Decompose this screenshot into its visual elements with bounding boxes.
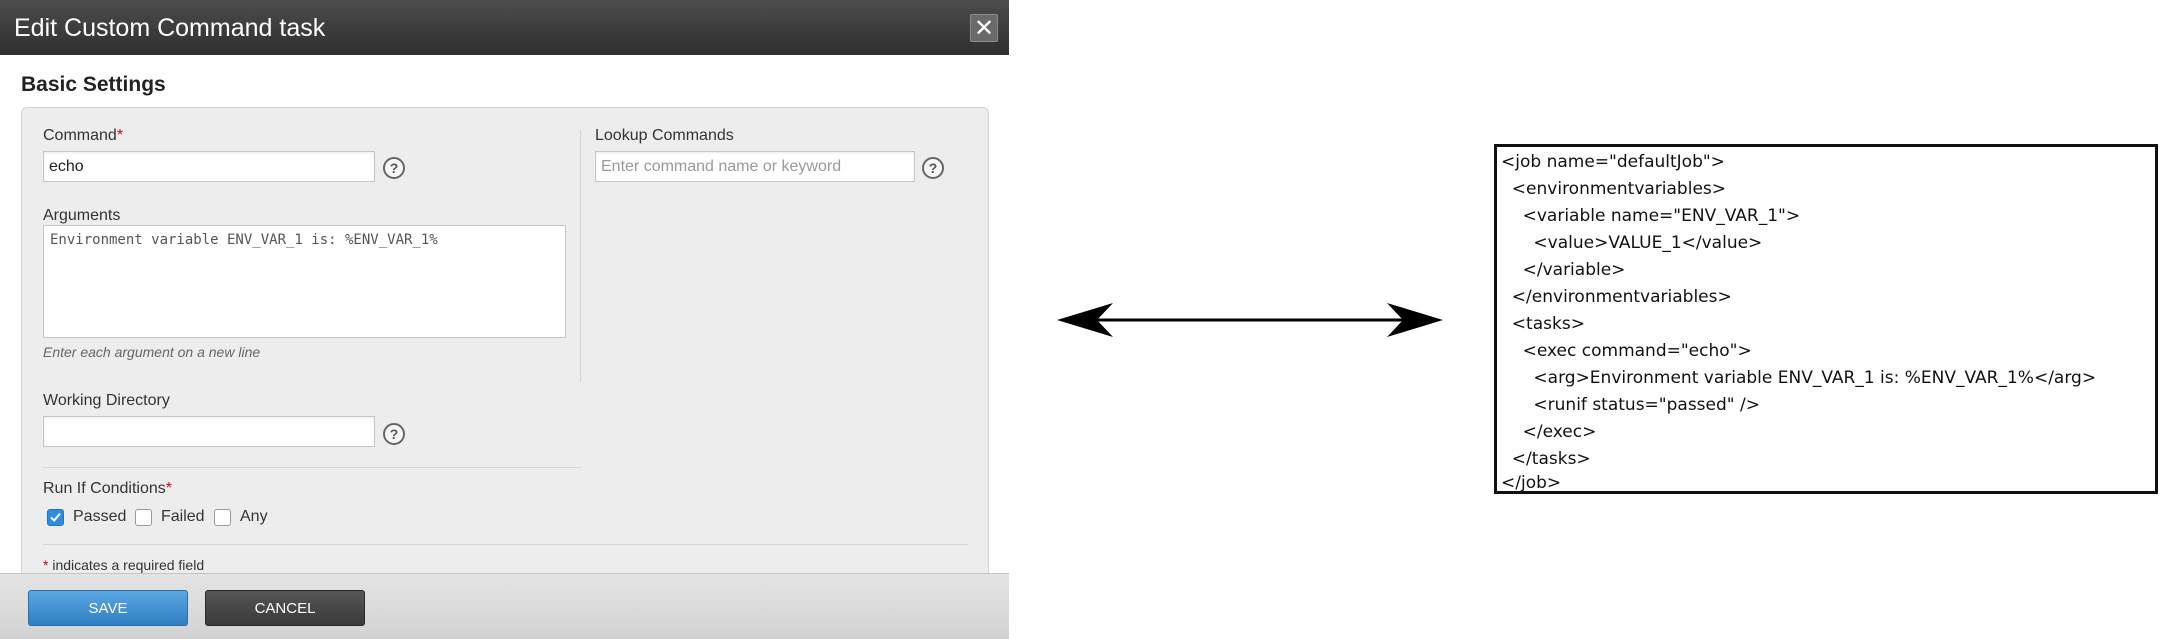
xml-line: </variable> bbox=[1501, 260, 1626, 280]
arguments-textarea[interactable]: Environment variable ENV_VAR_1 is: %ENV_… bbox=[43, 225, 566, 338]
lookup-help-icon[interactable]: ? bbox=[922, 157, 944, 179]
command-help-icon[interactable]: ? bbox=[383, 157, 405, 179]
xml-line: </tasks> bbox=[1501, 449, 1591, 469]
xml-line: <exec command="echo"> bbox=[1501, 341, 1752, 361]
close-icon: ✕ bbox=[973, 15, 995, 42]
edit-task-dialog: Edit Custom Command task ✕ Basic Setting… bbox=[0, 0, 1009, 639]
xml-line: </job> bbox=[1501, 473, 1562, 493]
required-mark: * bbox=[116, 127, 124, 144]
working-directory-input[interactable] bbox=[43, 416, 375, 447]
xml-line: <tasks> bbox=[1501, 314, 1585, 334]
failed-checkbox[interactable] bbox=[135, 509, 152, 526]
column-divider bbox=[580, 130, 581, 382]
any-label[interactable]: Any bbox=[240, 508, 268, 526]
divider bbox=[43, 467, 581, 468]
double-headed-arrow-icon bbox=[1057, 303, 1443, 337]
working-directory-label: Working Directory bbox=[43, 392, 170, 409]
xml-line: </exec> bbox=[1501, 422, 1597, 442]
lookup-commands-input[interactable]: Enter command name or keyword bbox=[595, 151, 915, 182]
any-checkbox[interactable] bbox=[214, 509, 231, 526]
dialog-titlebar: Edit Custom Command task ✕ bbox=[0, 0, 1009, 55]
xml-line: <runif status="passed" /> bbox=[1501, 395, 1760, 415]
arguments-hint: Enter each argument on a new line bbox=[43, 344, 261, 360]
xml-line: <job name="defaultJob"> bbox=[1501, 152, 1725, 172]
passed-checkbox[interactable] bbox=[47, 509, 64, 526]
xml-config-box: <job name="defaultJob"> <environmentvari… bbox=[1494, 144, 2158, 494]
xml-line: </environmentvariables> bbox=[1501, 287, 1732, 307]
command-input[interactable]: echo bbox=[43, 151, 375, 182]
section-title: Basic Settings bbox=[21, 73, 166, 96]
arguments-label: Arguments bbox=[43, 207, 121, 224]
divider bbox=[43, 544, 968, 545]
checkmark-icon bbox=[50, 512, 61, 522]
run-if-label: Run If Conditions* bbox=[43, 480, 172, 497]
xml-line: <arg>Environment variable ENV_VAR_1 is: … bbox=[1501, 368, 2097, 388]
xml-line: <variable name="ENV_VAR_1"> bbox=[1501, 206, 1801, 226]
failed-label[interactable]: Failed bbox=[161, 508, 205, 526]
xml-line: <value>VALUE_1</value> bbox=[1501, 233, 1763, 253]
passed-label[interactable]: Passed bbox=[73, 508, 126, 526]
xml-line: <environmentvariables> bbox=[1501, 179, 1727, 199]
close-button[interactable]: ✕ bbox=[970, 14, 998, 42]
required-mark: * bbox=[165, 480, 172, 497]
working-directory-help-icon[interactable]: ? bbox=[383, 423, 405, 445]
lookup-commands-label: Lookup Commands bbox=[595, 127, 734, 144]
save-button[interactable]: SAVE bbox=[28, 590, 188, 626]
dialog-title: Edit Custom Command task bbox=[14, 14, 326, 42]
cancel-button[interactable]: CANCEL bbox=[205, 590, 365, 626]
required-field-note: * indicates a required field bbox=[43, 557, 205, 573]
command-label: Command* bbox=[43, 127, 124, 144]
